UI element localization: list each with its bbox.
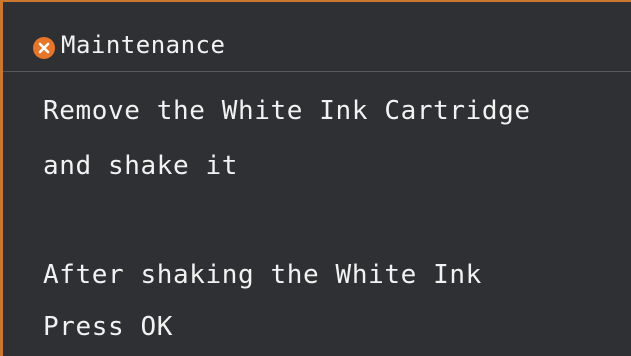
instruction-message: Remove the White Ink Cartridge and shake… [3, 2, 631, 356]
instruction-line-2: and shake it [43, 151, 239, 181]
instruction-line-1: Remove the White Ink Cartridge [43, 96, 531, 126]
instruction-line-4: Press OK [43, 312, 174, 342]
printer-lcd-screen: Maintenance Remove the White Ink Cartrid… [0, 0, 631, 356]
instruction-line-3: After shaking the White Ink [43, 260, 482, 290]
